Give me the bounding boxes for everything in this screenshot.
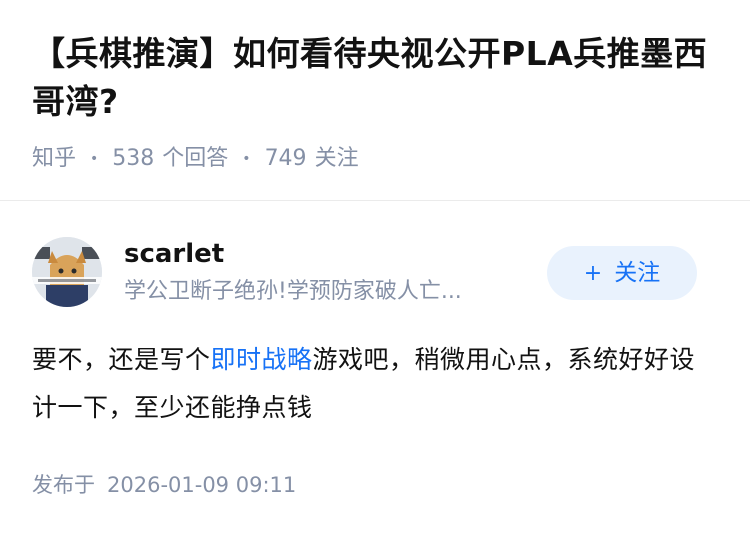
follow-button-label: 关注 [614, 260, 661, 286]
author-row: scarlet 学公卫断子绝孙!学预防家破人亡... + 关注 [32, 237, 718, 307]
answer-content: 要不，还是写个即时战略游戏吧，稍微用心点，系统好好设计一下，至少还能挣点钱 [32, 336, 712, 432]
author-name[interactable]: scarlet [124, 237, 224, 271]
publish-label: 发布于 [32, 473, 95, 497]
plus-icon: + [583, 261, 603, 286]
avatar[interactable] [32, 237, 102, 307]
answer-page: 【兵棋推演】如何看待央视公开PLA兵推墨西哥湾? 知乎 • 538 个回答 • … [0, 0, 750, 538]
answer-count: 538 [112, 146, 155, 171]
publish-datetime: 2026-01-09 09:11 [107, 473, 297, 497]
meta-separator-dot: • [90, 151, 99, 167]
author-bio: 学公卫断子绝孙!学预防家破人亡... [124, 279, 462, 304]
answer-count-label: 个回答 [162, 146, 229, 171]
follower-count: 749 [264, 146, 307, 171]
question-title[interactable]: 【兵棋推演】如何看待央视公开PLA兵推墨西哥湾? [32, 30, 718, 126]
follower-count-label: 关注 [314, 146, 359, 171]
avatar-illustration-icon [32, 237, 102, 307]
question-meta: 知乎 • 538 个回答 • 749 关注 [32, 144, 718, 174]
section-divider [0, 200, 750, 201]
question-header: 【兵棋推演】如何看待央视公开PLA兵推墨西哥湾? 知乎 • 538 个回答 • … [0, 0, 750, 174]
source-label[interactable]: 知乎 [32, 144, 76, 174]
meta-separator-dot: • [242, 151, 251, 167]
answer-text-before-link: 要不，还是写个 [32, 345, 211, 374]
follow-button[interactable]: + 关注 [547, 246, 697, 300]
publish-info: 发布于 2026-01-09 09:11 [32, 470, 296, 500]
keyword-link[interactable]: 即时战略 [211, 345, 313, 374]
